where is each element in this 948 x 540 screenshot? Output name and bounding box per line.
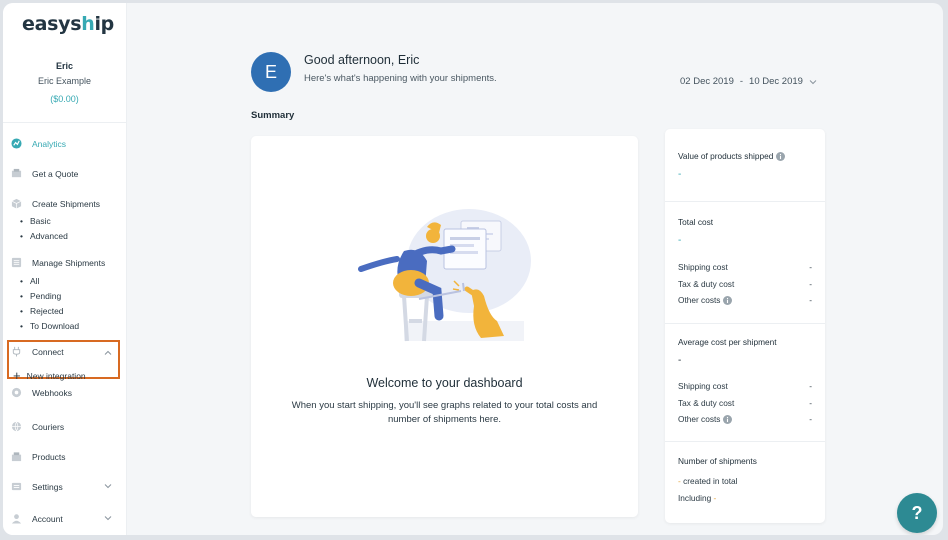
info-icon[interactable] [776, 151, 786, 161]
avatar: E [251, 52, 291, 92]
plus-icon: + [13, 368, 21, 383]
sidebar-item-label: Settings [32, 481, 63, 492]
date-range-picker[interactable]: 02 Dec 2019 - 10 Dec 2019 [680, 76, 817, 87]
sidebar-item-label: Manage Shipments [32, 257, 106, 268]
new-integration-label: New integration [26, 370, 86, 381]
sidebar-item-couriers[interactable]: Couriers [11, 421, 64, 432]
stats-card: Value of products shipped - Total cost -… [665, 129, 825, 523]
sidebar-item-create-shipments[interactable]: Create Shipments [11, 198, 100, 209]
total-shipping-cost-row: Shipping cost - [678, 262, 812, 272]
sidebar-item-account[interactable]: Account [11, 513, 63, 524]
analytics-icon [11, 138, 22, 149]
total-other-costs-row: Other costs - [678, 295, 812, 305]
chevron-down-icon[interactable] [104, 482, 112, 490]
info-icon[interactable] [723, 414, 733, 424]
avg-shipping-cost-row: Shipping cost - [678, 381, 812, 391]
settings-icon [11, 481, 22, 492]
list-icon [11, 257, 22, 268]
shipments-created-total: - created in total [678, 476, 738, 486]
summary-card: Welcome to your dashboard When you start… [251, 136, 638, 517]
user-balance[interactable]: ($0.00) [3, 94, 126, 104]
plug-icon [11, 346, 22, 357]
chevron-up-icon[interactable] [104, 349, 112, 357]
summary-heading: Summary [251, 110, 295, 121]
user-company: Eric Example [37, 76, 91, 86]
sidebar-item-connect[interactable]: Connect [11, 346, 64, 357]
date-end: 10 Dec 2019 [749, 76, 803, 87]
sidebar-subitem-pending[interactable]: Pending [20, 291, 61, 301]
chevron-down-icon[interactable] [104, 514, 112, 522]
sidebar-item-label: Couriers [32, 421, 65, 432]
average-cost-label: Average cost per shipment [678, 337, 777, 347]
sidebar-item-webhooks[interactable]: Webhooks [11, 387, 72, 398]
total-cost-value: - [678, 235, 682, 246]
products-icon [11, 451, 22, 462]
date-separator: - [739, 76, 744, 87]
total-cost-label: Total cost [678, 217, 714, 227]
stats-divider [665, 441, 825, 442]
value-shipped-value: - [678, 169, 682, 180]
sidebar-subitem-advanced[interactable]: Advanced [20, 231, 68, 241]
sidebar-subitem-all[interactable]: All [20, 276, 39, 286]
welcome-title: Welcome to your dashboard [366, 376, 523, 390]
greeting-subtitle: Here's what's happening with your shipme… [304, 73, 497, 84]
date-start: 02 Dec 2019 [680, 76, 734, 87]
sidebar: easyship Eric Eric Example ($0.00) Analy… [3, 3, 127, 535]
sidebar-item-get-a-quote[interactable]: Get a Quote [11, 168, 78, 179]
help-button[interactable]: ? [897, 493, 937, 533]
sidebar-item-label: Account [32, 513, 63, 524]
info-icon[interactable] [723, 295, 733, 305]
sidebar-item-label: Create Shipments [32, 198, 101, 209]
account-icon [11, 513, 22, 524]
avg-tax-duty-row: Tax & duty cost - [678, 398, 812, 408]
app-window: easyship Eric Eric Example ($0.00) Analy… [3, 3, 943, 535]
stats-divider [665, 323, 825, 324]
sidebar-item-label: Products [32, 451, 66, 462]
new-integration-link[interactable]: + New integration [13, 369, 86, 382]
sidebar-item-products[interactable]: Products [11, 451, 66, 462]
sidebar-item-label: Get a Quote [32, 168, 79, 179]
sidebar-subitem-to-download[interactable]: To Download [20, 321, 79, 331]
webhook-icon [11, 387, 22, 398]
shipments-including: Including - [678, 493, 717, 503]
dashboard-illustration [358, 209, 531, 342]
sidebar-subitem-basic[interactable]: Basic [20, 216, 51, 226]
box-icon [11, 198, 22, 209]
greeting-title: Good afternoon, Eric [304, 53, 420, 67]
average-cost-value: - [678, 355, 682, 366]
quote-icon [11, 168, 22, 179]
total-tax-duty-row: Tax & duty cost - [678, 279, 812, 289]
sidebar-item-analytics[interactable]: Analytics [11, 138, 66, 149]
sidebar-item-label: Webhooks [32, 387, 73, 398]
value-shipped-label: Value of products shipped [678, 151, 786, 161]
number-of-shipments-label: Number of shipments [678, 456, 757, 466]
sidebar-item-manage-shipments[interactable]: Manage Shipments [11, 257, 105, 268]
chevron-down-icon [809, 78, 817, 86]
stats-divider [665, 201, 825, 202]
sidebar-divider [3, 122, 126, 123]
easyship-logo[interactable]: easyship [22, 13, 114, 35]
user-name: Eric [55, 61, 73, 71]
sidebar-item-label: Analytics [32, 138, 67, 149]
sidebar-item-label: Connect [32, 346, 64, 357]
sidebar-item-settings[interactable]: Settings [11, 481, 63, 492]
globe-icon [11, 421, 22, 432]
sidebar-subitem-rejected[interactable]: Rejected [20, 306, 64, 316]
welcome-text: When you start shipping, you'll see grap… [291, 400, 598, 425]
avg-other-costs-row: Other costs - [678, 414, 812, 424]
